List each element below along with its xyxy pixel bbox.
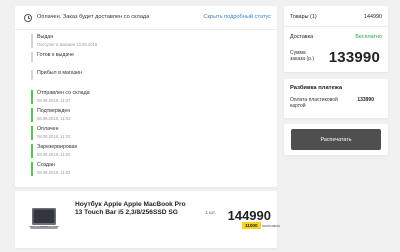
timeline-marker xyxy=(31,162,33,176)
hide-status-details-link[interactable]: Скрыть подробный статус xyxy=(203,14,271,20)
print-button-card: Распечатать xyxy=(284,124,388,155)
product-card: Ноутбук Apple Apple MacBook Pro 13 Touch… xyxy=(15,191,280,248)
timeline-item-title: Готов к выдаче xyxy=(37,52,74,58)
delivery-value: Бесплатно xyxy=(355,34,382,40)
timeline-item-title: Подтвержден xyxy=(37,108,71,114)
order-summary-card: Товары (1) 144990 Доставка Бесплатно Сум… xyxy=(284,6,388,72)
timeline-marker xyxy=(31,90,33,104)
timeline-item-title: Прибыл в магазин xyxy=(37,70,83,76)
timeline-marker xyxy=(31,144,33,158)
timeline-marker xyxy=(31,126,33,140)
timeline-item-title: Отправлен со склада xyxy=(37,90,90,96)
product-name[interactable]: Ноутбук Apple Apple MacBook Pro 13 Touch… xyxy=(75,201,187,217)
timeline-item-title: Создан xyxy=(37,162,55,168)
timeline-marker xyxy=(31,34,33,48)
timeline-item: Подтвержден 08.08.2018, 11:02 xyxy=(31,108,271,122)
timeline-marker xyxy=(31,108,33,122)
status-title: Оплачен. Заказ будет доставлен со склада xyxy=(37,14,150,20)
timeline-marker xyxy=(31,70,33,80)
timeline-marker xyxy=(31,52,33,62)
bonus-label: экономия xyxy=(262,223,280,228)
divider xyxy=(284,26,388,27)
timeline-item-title: Выдан xyxy=(37,34,54,40)
print-button[interactable]: Распечатать xyxy=(291,129,381,150)
timeline-item-date: 08.08.2018, 11:02 xyxy=(37,152,71,157)
product-quantity: 1 шт. xyxy=(205,211,216,216)
laptop-icon xyxy=(29,208,59,229)
timeline-item: Зарезервирован 08.08.2018, 11:02 xyxy=(31,144,271,158)
total-value: 133990 xyxy=(328,49,380,66)
payment-method-value: 133990 xyxy=(357,97,374,103)
order-status-card: Оплачен. Заказ будет доставлен со склада… xyxy=(15,6,277,187)
product-price: 144990 xyxy=(227,208,271,223)
timeline-item: Выдан Поступит в магазин 13.08.2018 xyxy=(31,34,271,48)
timeline-item: Оплачен 08.08.2018, 11:02 xyxy=(31,126,271,140)
timeline-item: Готов к выдаче xyxy=(31,52,271,62)
timeline-item: Создан 08.08.2018, 11:02 xyxy=(31,162,271,176)
timeline-item-date: 08.08.2018, 11:02 xyxy=(37,116,71,121)
delivery-row: Доставка Бесплатно xyxy=(290,34,382,40)
timeline-item-date: Поступит в магазин 13.08.2018 xyxy=(37,42,98,47)
total-label: Сумма заказа (р.) xyxy=(290,50,315,63)
items-row: Товары (1) 144990 xyxy=(290,14,382,20)
bonus-badge: 11000 xyxy=(242,222,261,229)
timeline-item-title: Оплачен xyxy=(37,126,59,132)
timeline-item-date: 08.08.2018, 11:02 xyxy=(37,134,71,139)
clock-icon xyxy=(24,14,32,22)
payment-method-label: Оплата пластиковой картой xyxy=(290,97,338,110)
timeline-item: Отправлен со склада 08.08.2018, 11:37 xyxy=(31,90,271,104)
payment-breakdown-card: Разбивка платежа Оплата пластиковой карт… xyxy=(284,79,388,118)
items-label: Товары (1) xyxy=(290,14,317,20)
timeline-item-date: 08.08.2018, 11:02 xyxy=(37,170,71,175)
timeline-item-title: Зарезервирован xyxy=(37,144,78,150)
timeline-item: Прибыл в магазин xyxy=(31,70,271,80)
delivery-label: Доставка xyxy=(290,34,314,40)
status-header: Оплачен. Заказ будет доставлен со склада… xyxy=(15,6,277,30)
payment-title: Разбивка платежа xyxy=(290,85,343,91)
timeline-item-date: 08.08.2018, 11:37 xyxy=(37,98,71,103)
items-value: 144990 xyxy=(364,14,382,20)
